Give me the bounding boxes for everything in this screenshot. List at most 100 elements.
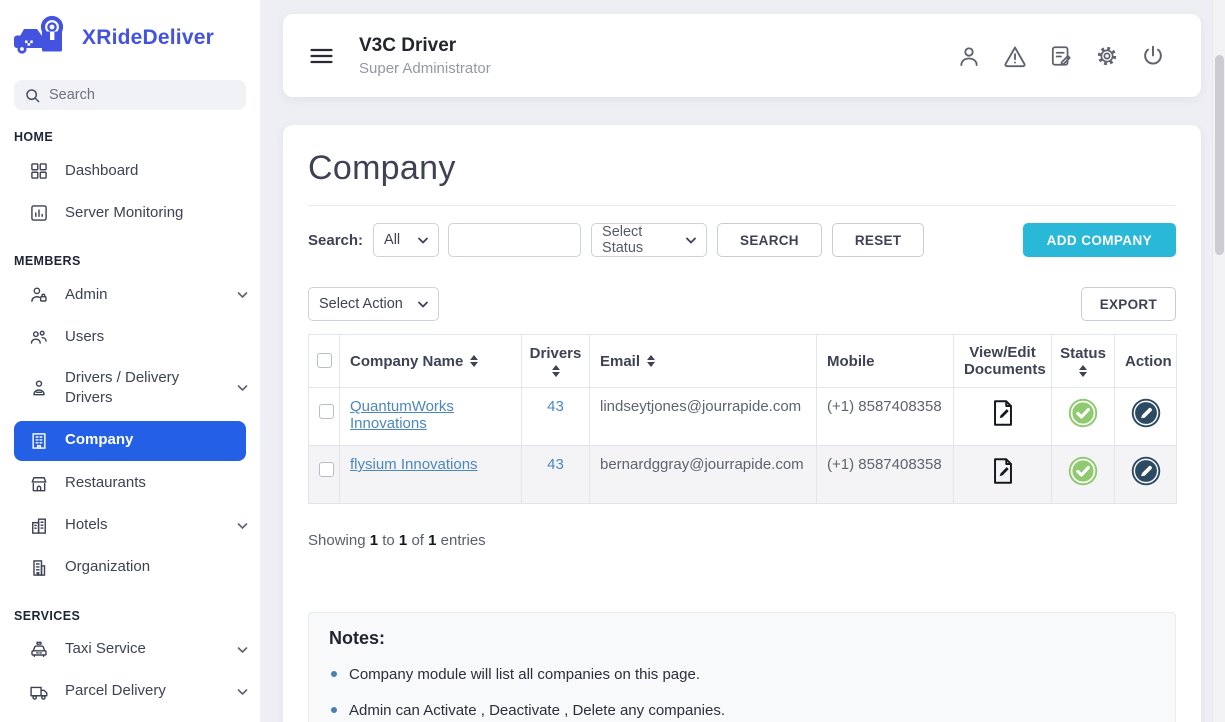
drivers-count-link[interactable]: 43: [547, 398, 564, 415]
note-item: Company module will list all companies o…: [329, 665, 1155, 685]
chevron-down-icon: [686, 237, 696, 244]
hamburger-menu-icon[interactable]: [310, 46, 333, 66]
sidebar-item-hotels[interactable]: Hotels: [0, 505, 260, 547]
report-edit-icon[interactable]: [1047, 42, 1075, 70]
column-header-company-name[interactable]: Company Name: [340, 335, 522, 388]
email-cell: lindseytjones@jourrapide.com: [590, 388, 817, 446]
chevron-down-icon: [418, 237, 428, 244]
column-header-status[interactable]: Status: [1052, 335, 1115, 388]
column-header-email[interactable]: Email: [590, 335, 817, 388]
drivers-count-link[interactable]: 43: [547, 456, 564, 473]
reset-button[interactable]: RESET: [832, 223, 925, 257]
select-all-checkbox[interactable]: [317, 353, 332, 368]
email-cell: bernardggray@jourrapide.com: [590, 446, 817, 504]
power-icon[interactable]: [1139, 42, 1167, 70]
column-label: Email: [600, 353, 640, 370]
alert-triangle-icon[interactable]: [1001, 42, 1029, 70]
scrollbar-thumb[interactable]: [1215, 55, 1224, 255]
sidebar-item-drivers[interactable]: Drivers / Delivery Drivers: [0, 358, 260, 419]
view-edit-documents-icon[interactable]: [988, 398, 1018, 428]
notes-panel: Notes: Company module will list all comp…: [308, 612, 1176, 722]
column-label: Action: [1125, 353, 1172, 370]
vertical-scrollbar: [1212, 0, 1225, 722]
company-building-icon: [28, 430, 50, 452]
brand-logo-icon: [12, 14, 74, 62]
company-table: Company Name Drivers Email: [308, 334, 1177, 504]
app-title: V3C Driver: [359, 35, 491, 57]
sidebar-item-label: Server Monitoring: [65, 203, 183, 223]
main-content: Company Search: All Select Status SEARCH…: [283, 125, 1201, 722]
export-button[interactable]: EXPORT: [1081, 287, 1176, 321]
chevron-down-icon: [237, 291, 248, 299]
sidebar-item-organization[interactable]: Organization: [0, 547, 260, 589]
column-label: Drivers: [530, 345, 582, 362]
status-active-icon[interactable]: [1068, 456, 1098, 486]
sidebar-item-label: Company: [65, 430, 133, 450]
sidebar-item-dashboard[interactable]: Dashboard: [0, 150, 260, 192]
sidebar-item-label: Dashboard: [65, 161, 138, 181]
company-name-link[interactable]: QuantumWorks Innovations: [350, 398, 454, 432]
row-checkbox[interactable]: [319, 462, 334, 477]
brand[interactable]: XRideDeliver: [0, 0, 260, 72]
sidebar-nav: HOME Dashboard Server Monitor: [0, 110, 260, 713]
mobile-cell: (+1) 8587408358: [817, 446, 954, 504]
topbar-titles: V3C Driver Super Administrator: [359, 35, 491, 77]
chevron-down-icon: [237, 646, 248, 654]
select-value: Select Action: [319, 296, 403, 312]
user-role: Super Administrator: [359, 60, 491, 77]
column-header-drivers[interactable]: Drivers: [522, 335, 590, 388]
column-label: View/Edit Documents: [964, 344, 1046, 378]
sidebar-item-label: Hotels: [65, 515, 108, 535]
brand-name: XRideDeliver: [82, 26, 214, 50]
column-label: Company Name: [350, 353, 463, 370]
sidebar-item-restaurants[interactable]: Restaurants: [0, 463, 260, 505]
search-button[interactable]: SEARCH: [717, 223, 822, 257]
sidebar-search-box: [14, 80, 246, 110]
sort-icon: [1079, 365, 1087, 377]
dashboard-icon: [28, 160, 50, 182]
sidebar-item-label: Taxi Service: [65, 639, 146, 659]
admin-lock-icon: [28, 284, 50, 306]
entries-summary: Showing 1 to 1 of 1 entries: [308, 532, 1176, 549]
view-edit-documents-icon[interactable]: [988, 456, 1018, 486]
sidebar-item-company[interactable]: Company: [14, 421, 246, 461]
status-select[interactable]: Select Status: [591, 223, 707, 257]
search-keyword-input[interactable]: [448, 223, 581, 257]
chevron-down-icon: [237, 688, 248, 696]
column-header-mobile: Mobile: [817, 335, 954, 388]
table-row: flysium Innovations 43 bernardggray@jour…: [309, 446, 1177, 504]
table-row: QuantumWorks Innovations 43 lindseytjone…: [309, 388, 1177, 446]
user-icon[interactable]: [955, 42, 983, 70]
edit-action-icon[interactable]: [1131, 398, 1161, 428]
sidebar-item-taxi-service[interactable]: Taxi Service: [0, 629, 260, 671]
select-value: All: [384, 232, 400, 248]
bulk-action-select[interactable]: Select Action: [308, 287, 439, 321]
row-checkbox[interactable]: [319, 404, 334, 419]
status-active-icon[interactable]: [1068, 398, 1098, 428]
company-name-link[interactable]: flysium Innovations: [350, 456, 478, 473]
edit-action-icon[interactable]: [1131, 456, 1161, 486]
sidebar-item-label: Restaurants: [65, 473, 146, 493]
topbar-actions: [955, 42, 1167, 70]
notes-list: Company module will list all companies o…: [329, 665, 1155, 720]
taxi-icon: [28, 639, 50, 661]
column-header-action: Action: [1115, 335, 1177, 388]
add-company-button[interactable]: ADD COMPANY: [1023, 223, 1176, 257]
users-group-icon: [28, 326, 50, 348]
sidebar-item-label: Parcel Delivery: [65, 681, 166, 701]
sidebar-item-users[interactable]: Users: [0, 316, 260, 358]
chevron-down-icon: [237, 384, 248, 392]
select-value: Select Status: [602, 224, 678, 256]
table-header-row: Company Name Drivers Email: [309, 335, 1177, 388]
search-field-select[interactable]: All: [373, 223, 439, 257]
search-label: Search:: [308, 232, 363, 249]
mobile-cell: (+1) 8587408358: [817, 388, 954, 446]
sidebar-item-server-monitoring[interactable]: Server Monitoring: [0, 192, 260, 234]
column-label: Mobile: [827, 353, 875, 370]
sidebar-item-admin[interactable]: Admin: [0, 274, 260, 316]
notes-title: Notes:: [329, 628, 1155, 649]
sidebar-item-parcel-delivery[interactable]: Parcel Delivery: [0, 671, 260, 713]
hotel-building-icon: [28, 515, 50, 537]
sidebar-search-input[interactable]: [49, 87, 236, 103]
settings-gear-icon[interactable]: [1093, 42, 1121, 70]
